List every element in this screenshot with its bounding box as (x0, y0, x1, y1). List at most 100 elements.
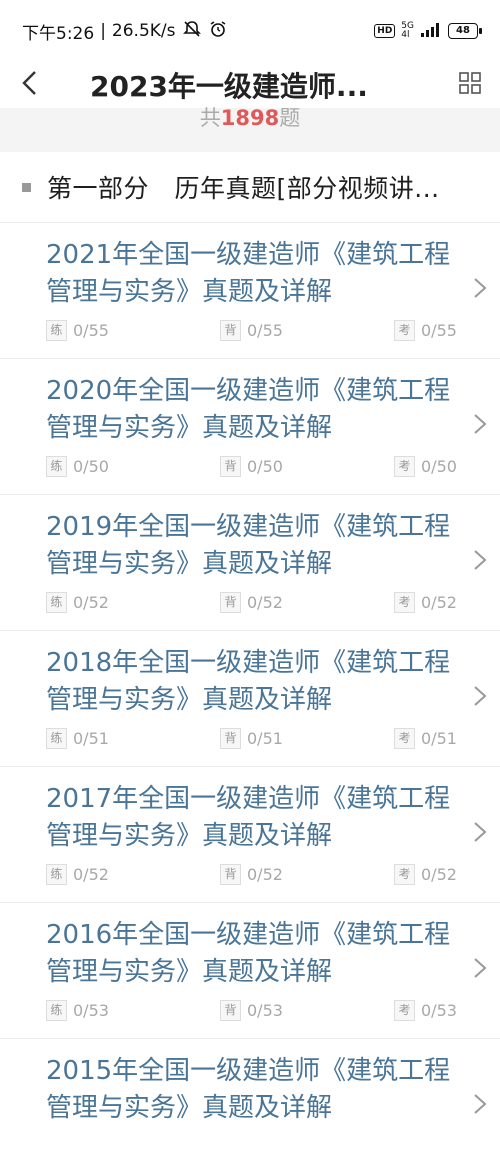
memorize-stat: 背 0/52 (220, 864, 283, 885)
section-title: 第一部分 历年真题[部分视频讲... (47, 174, 440, 203)
memorize-icon: 背 (220, 1000, 241, 1021)
count-number: 1898 (220, 106, 280, 130)
memorize-icon: 背 (220, 456, 241, 477)
exam-icon: 考 (394, 320, 415, 341)
practice-stat: 练 0/50 (46, 456, 109, 477)
chevron-right-icon (472, 821, 488, 843)
practice-value: 0/50 (73, 457, 109, 476)
status-divider: | (100, 21, 106, 41)
practice-icon: 练 (46, 728, 67, 749)
exam-stat: 考 0/52 (394, 592, 457, 613)
exam-list: 2021年全国一级建造师《建筑工程管理与实务》真题及详解 练 0/55 背 0/… (0, 222, 500, 1174)
chevron-right-icon (472, 549, 488, 571)
battery-icon: 48 (448, 23, 482, 39)
status-right: HD 5G 4l 48 (374, 22, 482, 41)
status-speed: 26.5K/s (111, 21, 176, 41)
section-header[interactable]: 第一部分 历年真题[部分视频讲... (0, 152, 500, 222)
chevron-right-icon (472, 1093, 488, 1115)
practice-value: 0/55 (73, 321, 109, 340)
alarm-icon (208, 19, 228, 44)
exam-value: 0/53 (421, 1001, 457, 1020)
exam-stat: 考 0/50 (394, 456, 457, 477)
item-stats: 练 0/52 背 0/52 考 0/52 (46, 864, 466, 886)
chevron-right-icon (472, 277, 488, 299)
network-sub: 4l (401, 30, 410, 40)
memorize-value: 0/52 (247, 593, 283, 612)
list-item[interactable]: 2018年全国一级建造师《建筑工程管理与实务》真题及详解 练 0/51 背 0/… (0, 630, 500, 766)
memorize-value: 0/52 (247, 865, 283, 884)
exam-value: 0/55 (421, 321, 457, 340)
exam-stat: 考 0/51 (394, 728, 457, 749)
item-stats: 练 0/51 背 0/51 考 0/51 (46, 728, 466, 750)
practice-stat: 练 0/52 (46, 864, 109, 885)
practice-value: 0/52 (73, 593, 109, 612)
list-item[interactable]: 2017年全国一级建造师《建筑工程管理与实务》真题及详解 练 0/52 背 0/… (0, 766, 500, 902)
memorize-value: 0/55 (247, 321, 283, 340)
memorize-stat: 背 0/50 (220, 456, 283, 477)
list-item[interactable]: 2019年全国一级建造师《建筑工程管理与实务》真题及详解 练 0/52 背 0/… (0, 494, 500, 630)
practice-value: 0/51 (73, 729, 109, 748)
signal-icon (420, 22, 442, 41)
item-stats: 练 0/50 背 0/50 考 0/50 (46, 456, 466, 478)
exam-icon: 考 (394, 728, 415, 749)
count-suffix: 题 (279, 106, 301, 130)
exam-icon: 考 (394, 592, 415, 613)
status-time: 下午5:26 (22, 23, 95, 44)
memorize-stat: 背 0/51 (220, 728, 283, 749)
status-bar: 下午5:26 | 26.5K/s HD 5G 4l 48 (0, 0, 500, 62)
practice-value: 0/52 (73, 865, 109, 884)
exam-stat: 考 0/52 (394, 864, 457, 885)
grid-icon (458, 71, 482, 99)
item-stats: 练 0/53 背 0/53 考 0/53 (46, 1000, 466, 1022)
practice-stat: 练 0/51 (46, 728, 109, 749)
memorize-stat: 背 0/53 (220, 1000, 283, 1021)
memorize-value: 0/50 (247, 457, 283, 476)
item-title: 2020年全国一级建造师《建筑工程管理与实务》真题及详解 (46, 376, 451, 443)
mute-icon (182, 19, 202, 44)
practice-stat: 练 0/55 (46, 320, 109, 341)
item-title: 2016年全国一级建造师《建筑工程管理与实务》真题及详解 (46, 920, 451, 987)
memorize-icon: 背 (220, 592, 241, 613)
page-title: 2023年一级建造师... (90, 70, 368, 103)
exam-icon: 考 (394, 1000, 415, 1021)
memorize-stat: 背 0/52 (220, 592, 283, 613)
square-bullet-icon (22, 182, 31, 192)
list-item[interactable]: 2021年全国一级建造师《建筑工程管理与实务》真题及详解 练 0/55 背 0/… (0, 222, 500, 358)
exam-icon: 考 (394, 864, 415, 885)
practice-icon: 练 (46, 1000, 67, 1021)
exam-value: 0/50 (421, 457, 457, 476)
chevron-right-icon (472, 957, 488, 979)
question-count: 共1898题 (0, 108, 500, 152)
memorize-value: 0/53 (247, 1001, 283, 1020)
exam-stat: 考 0/55 (394, 320, 457, 341)
practice-value: 0/53 (73, 1001, 109, 1020)
chevron-right-icon (472, 685, 488, 707)
exam-value: 0/52 (421, 865, 457, 884)
status-left: 下午5:26 | 26.5K/s (22, 19, 228, 44)
chevron-right-icon (472, 413, 488, 435)
memorize-icon: 背 (220, 864, 241, 885)
list-item[interactable]: 2016年全国一级建造师《建筑工程管理与实务》真题及详解 练 0/53 背 0/… (0, 902, 500, 1038)
item-title: 2018年全国一级建造师《建筑工程管理与实务》真题及详解 (46, 648, 451, 715)
list-item[interactable]: 2015年全国一级建造师《建筑工程管理与实务》真题及详解 (0, 1038, 500, 1174)
app-header: 2023年一级建造师... (0, 62, 500, 109)
exam-stat: 考 0/53 (394, 1000, 457, 1021)
practice-icon: 练 (46, 592, 67, 613)
practice-icon: 练 (46, 320, 67, 341)
hd-badge: HD (374, 24, 396, 38)
item-title: 2015年全国一级建造师《建筑工程管理与实务》真题及详解 (46, 1056, 451, 1123)
network-badge: 5G 4l (401, 22, 414, 40)
chevron-left-icon (20, 70, 38, 100)
back-button[interactable] (0, 62, 58, 108)
grid-menu-button[interactable] (440, 62, 500, 108)
memorize-stat: 背 0/55 (220, 320, 283, 341)
list-item[interactable]: 2020年全国一级建造师《建筑工程管理与实务》真题及详解 练 0/50 背 0/… (0, 358, 500, 494)
item-title: 2017年全国一级建造师《建筑工程管理与实务》真题及详解 (46, 784, 451, 851)
practice-icon: 练 (46, 456, 67, 477)
exam-value: 0/51 (421, 729, 457, 748)
practice-stat: 练 0/53 (46, 1000, 109, 1021)
item-title: 2021年全国一级建造师《建筑工程管理与实务》真题及详解 (46, 240, 451, 307)
memorize-icon: 背 (220, 728, 241, 749)
item-stats: 练 0/52 背 0/52 考 0/52 (46, 592, 466, 614)
exam-icon: 考 (394, 456, 415, 477)
